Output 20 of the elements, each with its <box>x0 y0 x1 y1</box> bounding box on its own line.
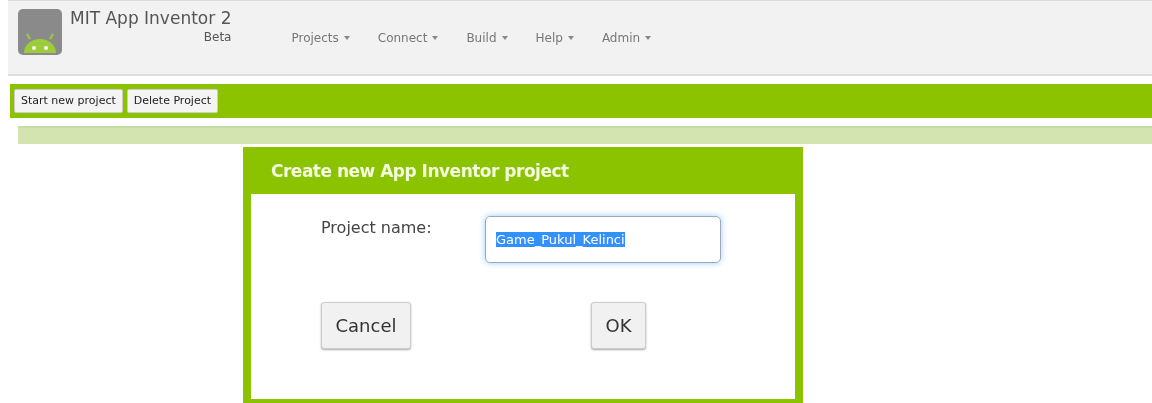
field-label: Project name: <box>321 217 432 239</box>
caret-icon <box>432 36 439 40</box>
menu-item[interactable]: Help <box>535 29 574 47</box>
menu-item[interactable]: Projects <box>291 29 350 47</box>
menu-item[interactable]: Build <box>466 29 508 47</box>
caret-icon <box>567 36 574 40</box>
caret-icon <box>501 36 508 40</box>
toolbar-button[interactable]: Delete Project <box>126 89 219 113</box>
menu-item[interactable]: Admin <box>601 29 652 47</box>
menu-item[interactable]: Connect <box>377 29 439 47</box>
app-title: MIT App Inventor 2 <box>70 9 232 28</box>
dialog-button[interactable]: OK <box>591 302 646 349</box>
input-field[interactable]: Game_Pukul_Kelinci <box>485 216 721 263</box>
dialog-button[interactable]: Cancel <box>321 302 411 349</box>
toolbar-button[interactable]: Start new project <box>14 89 123 113</box>
caret-icon <box>343 36 350 40</box>
app-subtitle: Beta <box>202 28 232 46</box>
dialog-title: Create new App Inventor project <box>270 160 570 183</box>
caret-icon <box>645 36 652 40</box>
android-logo-icon <box>18 9 62 55</box>
